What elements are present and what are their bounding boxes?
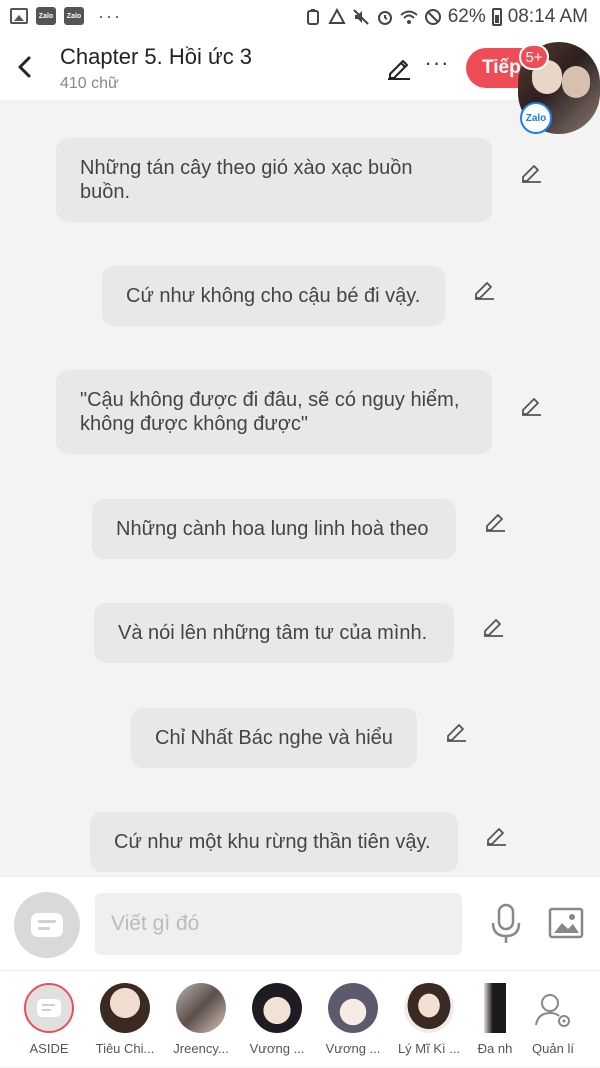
alarm-icon <box>377 11 392 25</box>
microphone-icon[interactable] <box>488 903 524 945</box>
message-text: Cứ như một khu rừng thần tiên vậy. <box>114 831 431 853</box>
mute-icon <box>352 9 369 25</box>
character-item[interactable]: Vương ... <box>242 971 312 1068</box>
message-bubble[interactable]: Cứ như không cho cậu bé đi vậy. <box>102 266 445 326</box>
edit-message-icon[interactable] <box>484 823 508 847</box>
message-bubble[interactable]: Những cành hoa lung linh hoà theo <box>92 499 456 559</box>
image-icon[interactable] <box>548 905 584 941</box>
avatar <box>484 983 506 1033</box>
more-notifications-icon: ··· <box>98 6 122 26</box>
chathead-badge: 5+ <box>519 44 549 70</box>
message-text: Và nói lên những tâm tư của mình. <box>118 622 428 644</box>
message-text: Chỉ Nhất Bác nghe và hiểu <box>155 727 393 749</box>
character-item[interactable]: Vương ... <box>318 971 388 1068</box>
zalo-icon: Zalo <box>64 7 84 25</box>
message-input[interactable]: Viết gì đó <box>95 893 462 955</box>
character-label: Vương ... <box>325 1041 381 1056</box>
next-button-label: Tiếp <box>482 57 521 78</box>
character-item-aside[interactable]: ASIDE <box>14 971 84 1068</box>
gallery-icon <box>10 8 28 24</box>
back-button[interactable] <box>10 52 38 82</box>
character-label: ASIDE <box>29 1041 69 1056</box>
clock: 08:14 AM <box>507 6 588 27</box>
speech-bubble-icon <box>31 913 63 937</box>
wifi-icon <box>400 10 418 24</box>
more-options-button[interactable]: ··· <box>424 52 450 80</box>
edit-message-icon[interactable] <box>444 719 468 743</box>
edit-message-icon[interactable] <box>483 509 507 533</box>
chevron-left-icon <box>18 56 31 78</box>
avatar <box>404 983 454 1033</box>
manage-characters-button[interactable]: Quản lí <box>518 971 588 1068</box>
message-input-placeholder: Viết gì đó <box>111 912 200 935</box>
character-bar: ASIDE Tiêu Chi... Jreency... Vương ... V… <box>0 970 600 1067</box>
aside-avatar <box>24 983 74 1033</box>
chapter-title: Chapter 5. Hồi ức 3 <box>60 44 253 69</box>
edit-message-icon[interactable] <box>472 277 496 301</box>
notification-icons: Zalo Zalo ··· <box>10 7 122 25</box>
character-label: Đa nh <box>477 1041 513 1056</box>
avatar <box>100 983 150 1033</box>
avatar <box>328 983 378 1033</box>
character-item[interactable]: Lý Mĩ Kì ... <box>394 971 464 1068</box>
message-text: "Cậu không được đi đâu, sẽ có nguy hiểm,… <box>80 389 460 435</box>
speech-bubble-icon <box>37 999 61 1017</box>
edit-message-icon[interactable] <box>519 160 543 184</box>
character-label: Tiêu Chi... <box>95 1041 155 1056</box>
battery-percent: 62% <box>447 6 486 27</box>
character-label: Quản lí <box>532 1041 574 1056</box>
message-text: Những cành hoa lung linh hoà theo <box>116 518 429 540</box>
vpn-icon <box>306 9 319 25</box>
character-label: Jreency... <box>173 1041 229 1056</box>
user-settings-icon <box>535 994 570 1027</box>
message-bubble[interactable]: Và nói lên những tâm tư của mình. <box>94 603 454 663</box>
zalo-logo-icon: Zalo <box>520 102 552 134</box>
system-icons: 62% 08:14 AM <box>304 6 588 28</box>
message-bubble[interactable]: Chỉ Nhất Bác nghe và hiểu <box>131 708 417 768</box>
character-item[interactable]: Jreency... <box>166 971 236 1068</box>
message-text: Những tán cây theo gió xào xạc buồn buồn… <box>80 157 413 203</box>
character-label: Lý Mĩ Kì ... <box>397 1041 461 1056</box>
message-bubble[interactable]: Cứ như một khu rừng thần tiên vậy. <box>90 812 458 872</box>
dnd-icon <box>424 9 441 25</box>
character-item[interactable]: Tiêu Chi... <box>90 971 160 1068</box>
message-text: Cứ như không cho cậu bé đi vậy. <box>126 285 421 307</box>
zalo-icon: Zalo <box>36 7 56 25</box>
battery-icon <box>491 8 502 26</box>
character-select-button[interactable] <box>14 892 80 958</box>
message-bubble[interactable]: "Cậu không được đi đâu, sẽ có nguy hiểm,… <box>56 370 492 454</box>
data-saver-icon <box>328 8 346 24</box>
character-item[interactable]: Đa nh <box>470 971 520 1068</box>
status-bar: Zalo Zalo ··· 62% 08:14 AM <box>0 0 600 36</box>
app-header: Chapter 5. Hồi ức 3 410 chữ ··· Tiếp <box>0 36 600 100</box>
message-bubble[interactable]: Những tán cây theo gió xào xạc buồn buồn… <box>56 138 492 222</box>
character-label: Vương ... <box>249 1041 305 1056</box>
word-count: 410 chữ <box>60 75 119 92</box>
composer-bar: Viết gì đó <box>0 876 600 970</box>
edit-message-icon[interactable] <box>481 614 505 638</box>
avatar <box>176 983 226 1033</box>
edit-title-icon[interactable] <box>386 54 412 80</box>
avatar <box>252 983 302 1033</box>
edit-message-icon[interactable] <box>519 393 543 417</box>
